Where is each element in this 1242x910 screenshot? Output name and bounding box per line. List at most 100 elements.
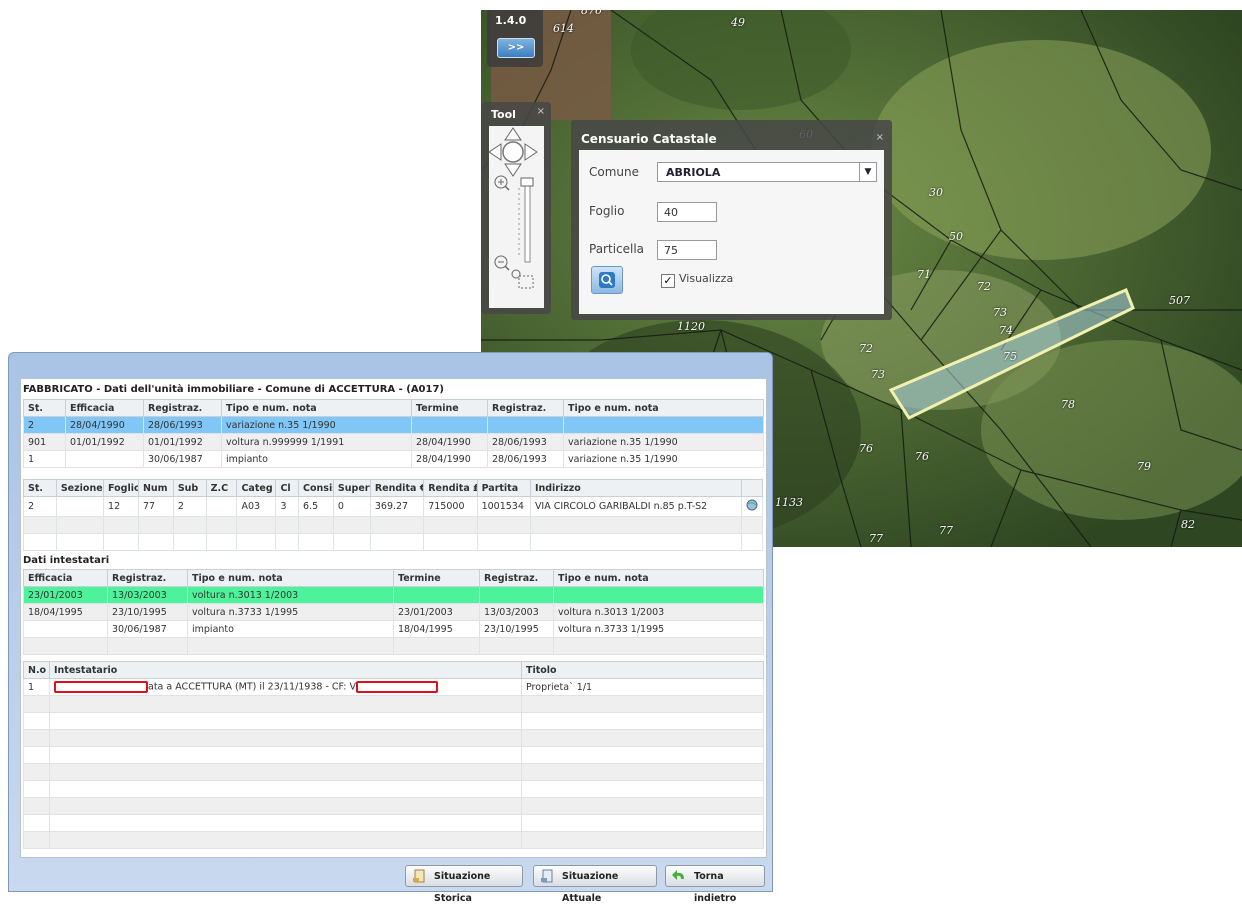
table-cell: 0 [332, 496, 371, 517]
table-row [23, 637, 764, 655]
pan-control[interactable] [489, 127, 538, 177]
table-cell: 3 [275, 496, 300, 517]
globe-icon[interactable] [746, 499, 758, 511]
chevron-down-icon[interactable]: ▼ [859, 163, 876, 181]
table-cell: 2 [23, 416, 66, 434]
parcel-label: 74 [999, 324, 1013, 337]
col-header: Foglio [103, 479, 139, 497]
table-cell [553, 586, 764, 604]
torna-indietro-label: Torna indietro [694, 871, 737, 904]
table-cell [23, 620, 108, 638]
close-icon[interactable]: × [876, 132, 884, 143]
table-row[interactable]: 901 01/01/1992 01/01/1992 voltura n.9999… [23, 433, 764, 451]
table-cell: 28/04/1990 [65, 416, 144, 434]
table-row[interactable]: 2 12 77 2 A03 3 6.5 0 369.27 715000 1001… [23, 496, 763, 517]
zoom-in-icon[interactable] [494, 175, 510, 191]
property-panel: FABBRICATO - Dati dell'unità immobiliare… [8, 352, 773, 904]
search-button[interactable] [591, 266, 623, 294]
table-row [23, 533, 763, 551]
table-row[interactable]: 30/06/1987 impianto 18/04/1995 23/10/199… [23, 620, 764, 638]
pan-left-arrow-icon[interactable] [489, 143, 502, 161]
table-row [23, 695, 764, 713]
torna-indietro-button[interactable]: Torna indietro [665, 865, 765, 904]
table-row [23, 780, 764, 798]
col-header: Tipo e num. nota [553, 569, 764, 587]
table-cell: VIA CIRCOLO GARIBALDI n.85 p.T-S2 [529, 496, 743, 517]
table-cell: 28/04/1990 [411, 450, 488, 468]
back-arrow-icon [672, 870, 684, 880]
table-row[interactable]: 1 30/06/1987 impianto 28/04/1990 28/06/1… [23, 450, 764, 468]
parcel-label: 78 [1061, 398, 1075, 411]
document-current-icon [541, 869, 553, 883]
parcel-label: 77 [939, 524, 953, 537]
holders-table: N.o Intestatario Titolo 1 ata a ACCETTUR… [23, 661, 764, 849]
table-header-row: Efficacia Registraz. Tipo e num. nota Te… [23, 569, 764, 587]
col-header: Tipo e num. nota [187, 569, 394, 587]
table-cell [65, 450, 144, 468]
parcel-label: 1133 [775, 496, 803, 509]
visualizza-checkbox[interactable]: ✓ [661, 274, 675, 288]
particella-input[interactable]: 75 [657, 240, 717, 260]
table-cell: ata a ACCETTURA (MT) il 23/11/1938 - CF:… [49, 678, 522, 696]
col-header: Registraz. [143, 399, 222, 417]
col-header: Efficacia [65, 399, 144, 417]
table-cell: 77 [137, 496, 174, 517]
table-cell: 28/04/1990 [411, 433, 488, 451]
pan-up-arrow-icon[interactable] [504, 127, 522, 141]
table-cell: 28/06/1993 [487, 450, 564, 468]
search-icon [599, 272, 615, 288]
col-header: Registraz. [107, 569, 188, 587]
zoom-out-icon[interactable] [494, 255, 510, 271]
tool-panel-body [489, 126, 544, 308]
parcel-label: 614 [553, 22, 574, 35]
close-icon[interactable]: × [537, 106, 545, 117]
redacted-fiscal-code [356, 681, 438, 693]
zoom-box-icon[interactable] [511, 269, 534, 289]
col-header: Num [137, 479, 174, 497]
table-row[interactable]: 18/04/1995 23/10/1995 voltura n.3733 1/1… [23, 603, 764, 621]
table-cell [411, 416, 488, 434]
table-cell: 6.5 [298, 496, 334, 517]
table-row [23, 763, 764, 781]
col-header: Z.C [205, 479, 238, 497]
parcel-label: 30 [929, 186, 943, 199]
redacted-name [54, 681, 148, 693]
parcel-label: 75 [1003, 350, 1017, 363]
table-row [23, 746, 764, 764]
table-cell: voltura n.999999 1/1991 [221, 433, 412, 451]
pan-down-arrow-icon[interactable] [504, 163, 522, 177]
table-cell: impianto [187, 620, 394, 638]
table-header-row: St. Efficacia Registraz. Tipo e num. not… [23, 399, 764, 417]
document-history-icon [413, 869, 425, 883]
pan-right-arrow-icon[interactable] [524, 143, 538, 161]
col-header: Consis [298, 479, 334, 497]
table-cell: variazione n.35 1/1990 [563, 433, 764, 451]
zoom-slider-handle[interactable] [520, 177, 534, 187]
col-header: St. [23, 479, 57, 497]
expand-button[interactable]: >> [497, 38, 535, 58]
col-header: Cl [275, 479, 300, 497]
parcel-label: 49 [731, 16, 745, 29]
col-header: Rendita € [369, 479, 425, 497]
parcel-label: 72 [977, 280, 991, 293]
zoom-slider-track[interactable] [524, 181, 531, 263]
table-cell: voltura n.3733 1/1995 [187, 603, 394, 621]
table-cell: impianto [221, 450, 412, 468]
tool-panel: Tool × [481, 102, 551, 314]
situazione-attuale-button[interactable]: Situazione Attuale [533, 865, 657, 904]
table-row[interactable]: 2 28/04/1990 28/06/1993 variazione n.35 … [23, 416, 764, 434]
foglio-input[interactable]: 40 [657, 202, 717, 222]
table-cell: 715000 [423, 496, 478, 517]
table-cell: 18/04/1995 [393, 620, 480, 638]
table-row[interactable]: 23/01/2003 13/03/2003 voltura n.3013 1/2… [23, 586, 764, 604]
foglio-label: Foglio [589, 204, 625, 218]
table-cell: voltura n.3733 1/1995 [553, 620, 764, 638]
situazione-storica-button[interactable]: Situazione Storica [405, 865, 523, 904]
comune-select[interactable]: ABRIOLA ▼ [657, 162, 877, 182]
table-cell: 23/01/2003 [393, 603, 480, 621]
parcel-label: 71 [917, 268, 931, 281]
table-row[interactable]: 1 ata a ACCETTURA (MT) il 23/11/1938 - C… [23, 678, 764, 696]
table-row [23, 831, 764, 849]
parcel-label: 79 [1137, 460, 1151, 473]
parcel-label: 76 [915, 450, 929, 463]
